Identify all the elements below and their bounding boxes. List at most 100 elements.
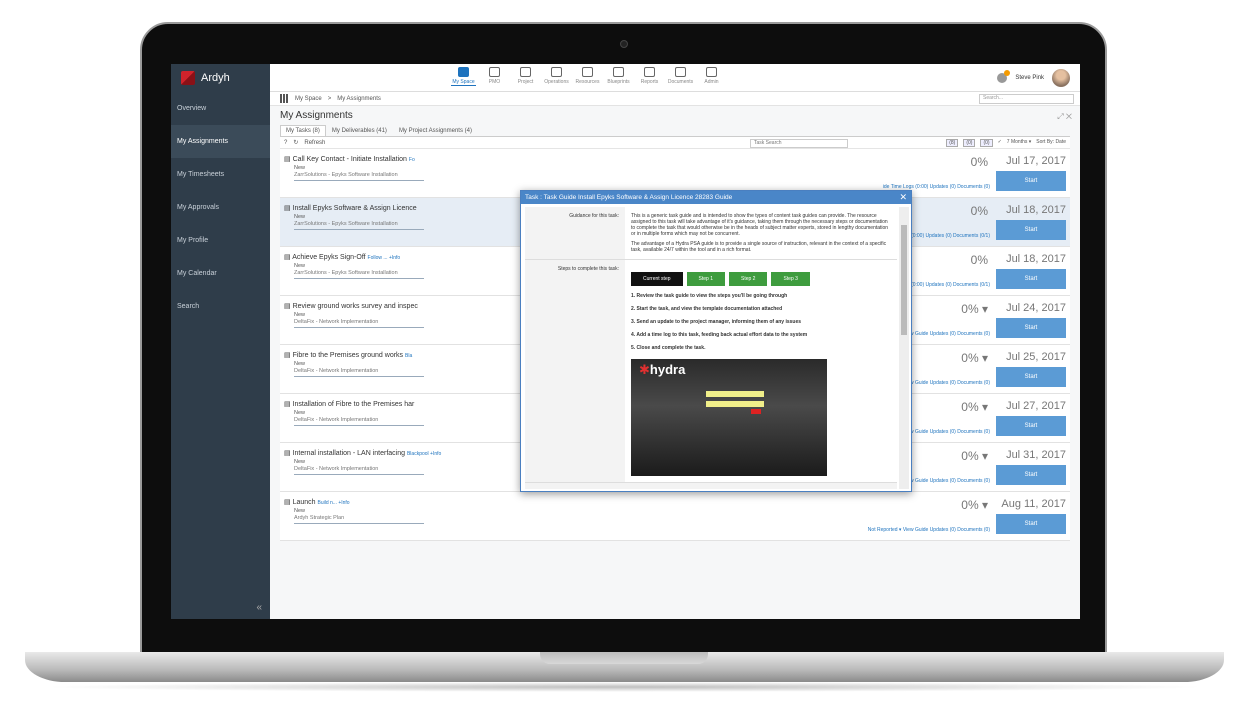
nav-project[interactable]: Project xyxy=(513,67,538,86)
check-icon[interactable]: ✓ xyxy=(998,139,1002,147)
task-title[interactable]: ▤ Review ground works survey and inspec xyxy=(284,302,418,310)
app-logo[interactable]: Ardyh xyxy=(171,64,270,92)
user-name[interactable]: Steve Pink xyxy=(1015,75,1044,81)
nav-my-space[interactable]: My Space xyxy=(451,67,476,86)
nav-operations[interactable]: Operations xyxy=(544,67,569,86)
task-actions[interactable]: Not Reported ▾ View Guide Updates (0) Do… xyxy=(868,527,990,533)
nav-reports[interactable]: Reports xyxy=(637,67,662,86)
nav-resources[interactable]: Resources xyxy=(575,67,600,86)
task-row[interactable]: ▤ Launch Build n... +Info New Ardyh Strate… xyxy=(280,492,1070,541)
breadcrumb: My Space > My Assignments xyxy=(270,92,1080,106)
divider xyxy=(294,376,424,377)
nav-documents[interactable]: Documents xyxy=(668,67,693,86)
start-button[interactable]: Start xyxy=(996,318,1066,338)
task-project: Ardyh Strategic Plan xyxy=(294,515,345,521)
step-current[interactable]: Current step xyxy=(631,272,683,286)
task-progress[interactable]: 0% xyxy=(971,204,988,218)
sidebar-item-my-approvals[interactable]: My Approvals xyxy=(171,191,270,224)
task-link[interactable]: Bla xyxy=(405,353,412,359)
sidebar-item-overview[interactable]: Overview xyxy=(171,92,270,125)
start-button[interactable]: Start xyxy=(996,465,1066,485)
task-title[interactable]: ▤ Launch Build n... +Info xyxy=(284,498,350,506)
filter-settings-button[interactable]: (0) xyxy=(963,139,976,147)
sidebar-item-my-timesheets[interactable]: My Timesheets xyxy=(171,158,270,191)
documents-icon xyxy=(675,67,686,77)
top-right: Steve Pink xyxy=(997,69,1070,87)
task-project: DeltaFix - Network Implementation xyxy=(294,466,379,472)
sidebar-item-my-assignments[interactable]: My Assignments xyxy=(171,125,270,158)
admin-icon xyxy=(706,67,717,77)
step-2[interactable]: Step 2 xyxy=(728,272,768,286)
start-button[interactable]: Start xyxy=(996,514,1066,534)
logo-cube-icon xyxy=(181,71,195,85)
task-due-date: Jul 18, 2017 xyxy=(1006,204,1066,216)
start-button[interactable]: Start xyxy=(996,367,1066,387)
modal-scrollbar[interactable] xyxy=(899,207,909,489)
modal-title: Task : Task Guide Install Epyks Software… xyxy=(525,194,733,201)
task-status: New xyxy=(294,165,306,171)
range-select[interactable]: 7 Months ▾ xyxy=(1007,139,1031,147)
task-link[interactable]: Blackpool +Info xyxy=(407,451,441,457)
task-progress[interactable]: 0% ▾ xyxy=(961,400,988,414)
apps-grid-icon[interactable] xyxy=(280,94,289,103)
task-title[interactable]: ▤ Internal installation - LAN interfacin… xyxy=(284,449,441,457)
sidebar-item-search[interactable]: Search xyxy=(171,290,270,323)
refresh-icon[interactable]: ↻ xyxy=(293,139,298,146)
task-link[interactable]: Follow ... +Info xyxy=(368,255,401,261)
task-progress[interactable]: 0% ▾ xyxy=(961,302,988,316)
sidebar-item-my-calendar[interactable]: My Calendar xyxy=(171,257,270,290)
step-1[interactable]: Step 1 xyxy=(686,272,725,286)
collapse-sidebar-icon[interactable]: « xyxy=(256,602,262,613)
task-progress[interactable]: 0% xyxy=(971,253,988,267)
start-button[interactable]: Start xyxy=(996,171,1066,191)
task-project: ZarrSolutions - Epyks Software Installat… xyxy=(294,221,398,227)
task-title[interactable]: ▤ Fibre to the Premises ground works Bla xyxy=(284,351,412,359)
step-3[interactable]: Step 3 xyxy=(771,272,810,286)
start-button[interactable]: Start xyxy=(996,220,1066,240)
refresh-button[interactable]: Refresh xyxy=(304,140,325,146)
divider xyxy=(294,229,424,230)
divider xyxy=(294,180,424,181)
task-status: New xyxy=(294,214,306,220)
guidance-row: Guidance for this task: This is a generi… xyxy=(525,207,897,260)
project-icon xyxy=(520,67,531,77)
close-icon[interactable]: ✕ xyxy=(899,191,907,204)
task-link[interactable]: Build n... +Info xyxy=(317,500,349,506)
task-progress[interactable]: 0% xyxy=(971,155,988,169)
task-link[interactable]: Fo xyxy=(409,157,415,163)
nav-admin[interactable]: Admin xyxy=(699,67,724,86)
toolbar-right: (8) (0) (0) ✓ 7 Months ▾ Sort By: Date xyxy=(946,139,1066,147)
search-input[interactable]: Search... xyxy=(979,94,1074,104)
start-button[interactable]: Start xyxy=(996,269,1066,289)
task-progress[interactable]: 0% ▾ xyxy=(961,351,988,365)
task-title[interactable]: ▤ Call Key Contact - Initiate Installati… xyxy=(284,155,415,163)
nav-blueprints[interactable]: Blueprints xyxy=(606,67,631,86)
task-due-date: Aug 11, 2017 xyxy=(1001,498,1066,510)
task-progress[interactable]: 0% ▾ xyxy=(961,498,988,512)
login-username-field xyxy=(706,391,764,397)
breadcrumb-root[interactable]: My Space xyxy=(295,96,322,102)
steps-label: Steps to complete this task: xyxy=(525,260,625,482)
nav-pmo[interactable]: PMO xyxy=(482,67,507,86)
start-button[interactable]: Start xyxy=(996,416,1066,436)
laptop-frame: Ardyh My Space PMO Project Operations Re… xyxy=(0,0,1249,727)
task-search-input[interactable]: Task Search xyxy=(750,139,848,148)
task-title[interactable]: ▤ Installation of Fibre to the Premises … xyxy=(284,400,414,408)
task-title[interactable]: ▤ Achieve Epyks Sign-Off Follow ... +Inf… xyxy=(284,253,400,261)
filter-calendar-button[interactable]: (8) xyxy=(946,139,959,147)
task-progress[interactable]: 0% ▾ xyxy=(961,449,988,463)
avatar[interactable] xyxy=(1052,69,1070,87)
steps-list: 1. Review the task guide to view the ste… xyxy=(631,293,891,351)
login-button xyxy=(751,409,761,414)
divider xyxy=(294,523,424,524)
sidebar-item-my-profile[interactable]: My Profile xyxy=(171,224,270,257)
notification-icon[interactable] xyxy=(997,70,1011,83)
filter-people-button[interactable]: (0) xyxy=(980,139,993,147)
app-name: Ardyh xyxy=(201,72,230,84)
task-title[interactable]: ▤ Install Epyks Software & Assign Licenc… xyxy=(284,204,417,212)
help-icon[interactable]: ? xyxy=(284,140,287,146)
sort-select[interactable]: Sort By: Date xyxy=(1036,139,1066,147)
operations-icon xyxy=(551,67,562,77)
window-controls[interactable]: ⤢ ✕ xyxy=(1057,112,1072,122)
scroll-thumb[interactable] xyxy=(901,225,907,335)
